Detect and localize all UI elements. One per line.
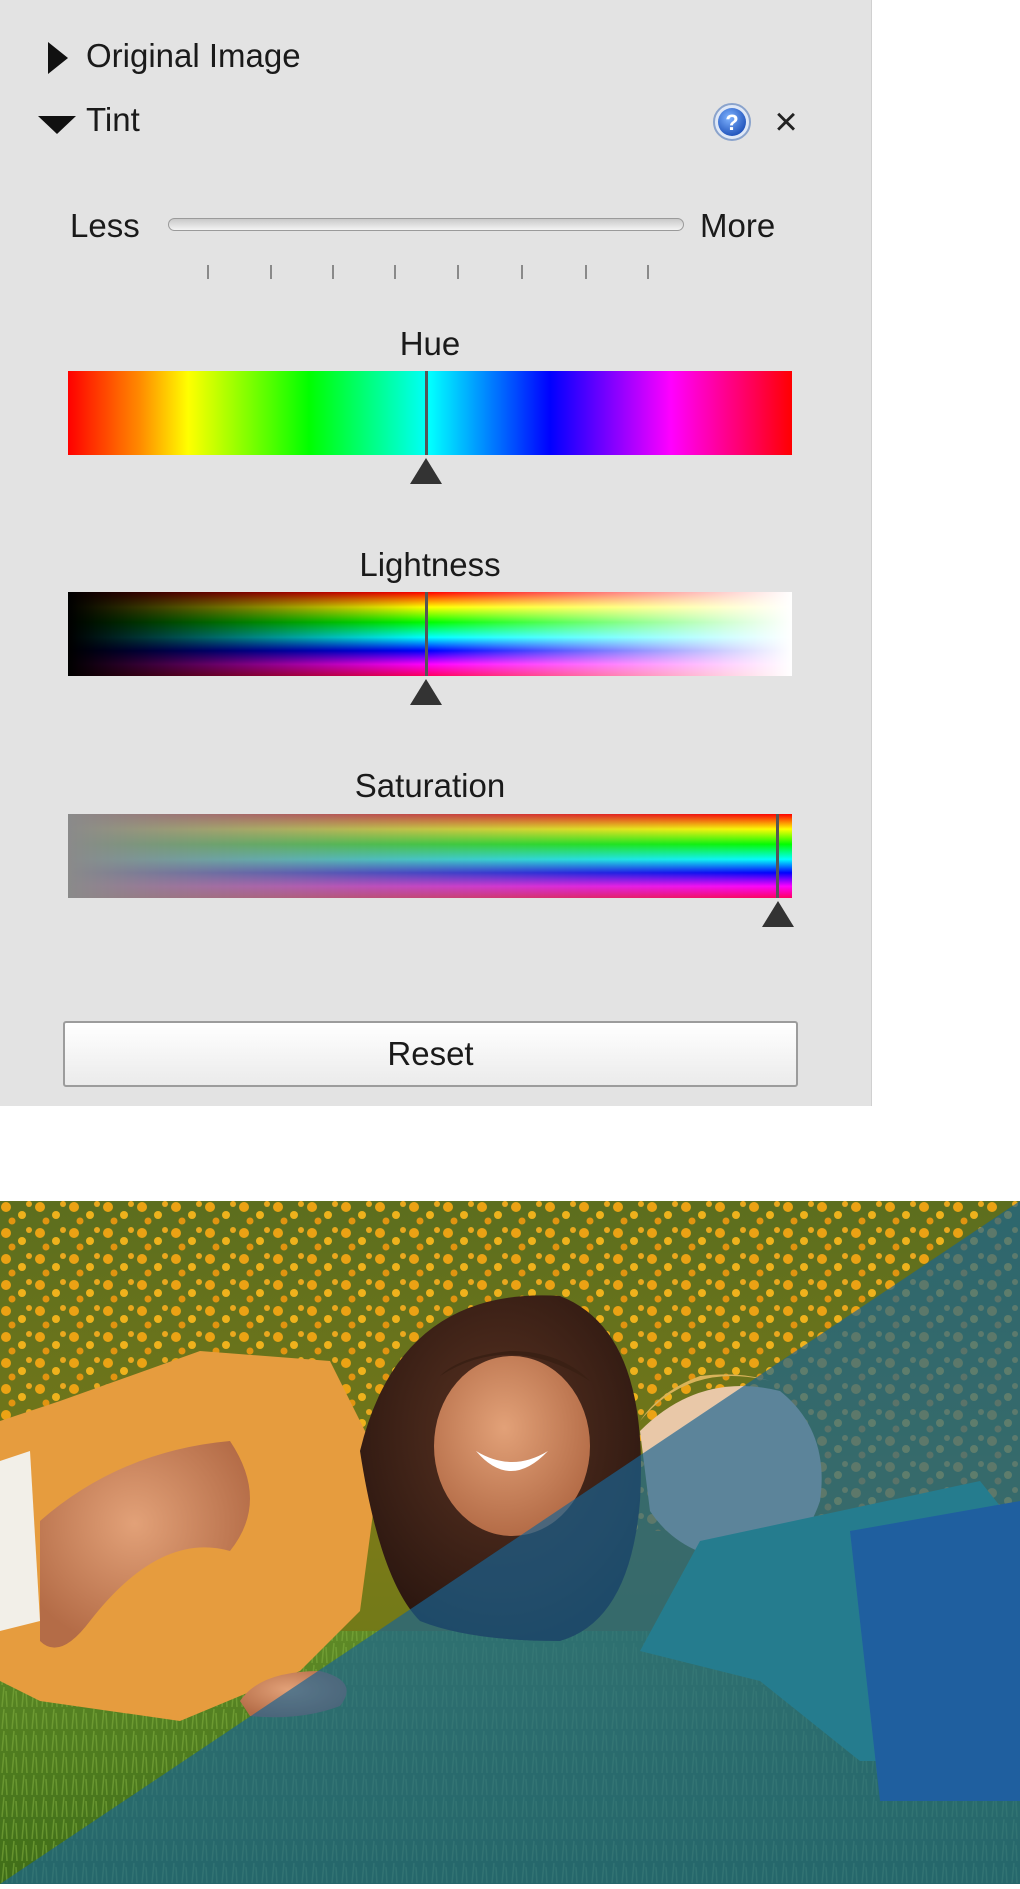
saturation-label: Saturation xyxy=(354,767,506,804)
less-label: Less xyxy=(70,207,140,244)
amount-slider[interactable] xyxy=(168,218,684,231)
svg-text:?: ? xyxy=(725,110,738,135)
hue-label: Hue xyxy=(399,325,461,362)
help-icon[interactable]: ? xyxy=(712,102,752,142)
slider-tick xyxy=(207,265,209,279)
lightness-label: Lightness xyxy=(359,546,501,583)
disclosure-collapsed-icon[interactable] xyxy=(48,42,68,74)
hue-marker-line xyxy=(424,371,428,455)
close-icon[interactable]: × xyxy=(766,100,806,144)
slider-tick xyxy=(585,265,587,279)
tint-panel: Original Image Tint ? × Less More Hue Li… xyxy=(0,0,872,1106)
hue-slider-thumb[interactable] xyxy=(410,458,442,484)
reset-button[interactable]: Reset xyxy=(63,1021,798,1087)
slider-tick xyxy=(647,265,649,279)
slider-tick xyxy=(521,265,523,279)
disclosure-expanded-icon[interactable] xyxy=(38,116,76,134)
slider-tick xyxy=(270,265,272,279)
lightness-bar[interactable] xyxy=(68,592,792,676)
slider-tick xyxy=(457,265,459,279)
saturation-slider-thumb[interactable] xyxy=(761,901,794,927)
saturation-marker-line xyxy=(776,814,780,898)
saturation-bar[interactable] xyxy=(68,814,792,898)
more-label: More xyxy=(700,207,776,244)
slider-tick xyxy=(332,265,334,279)
hue-bar[interactable] xyxy=(68,371,792,455)
original-image-label[interactable]: Original Image xyxy=(86,36,301,76)
tint-label[interactable]: Tint xyxy=(86,100,140,140)
slider-tick xyxy=(394,265,396,279)
preview-image xyxy=(0,1201,1020,1884)
lightness-slider-thumb[interactable] xyxy=(410,679,442,705)
lightness-marker-line xyxy=(424,592,428,676)
